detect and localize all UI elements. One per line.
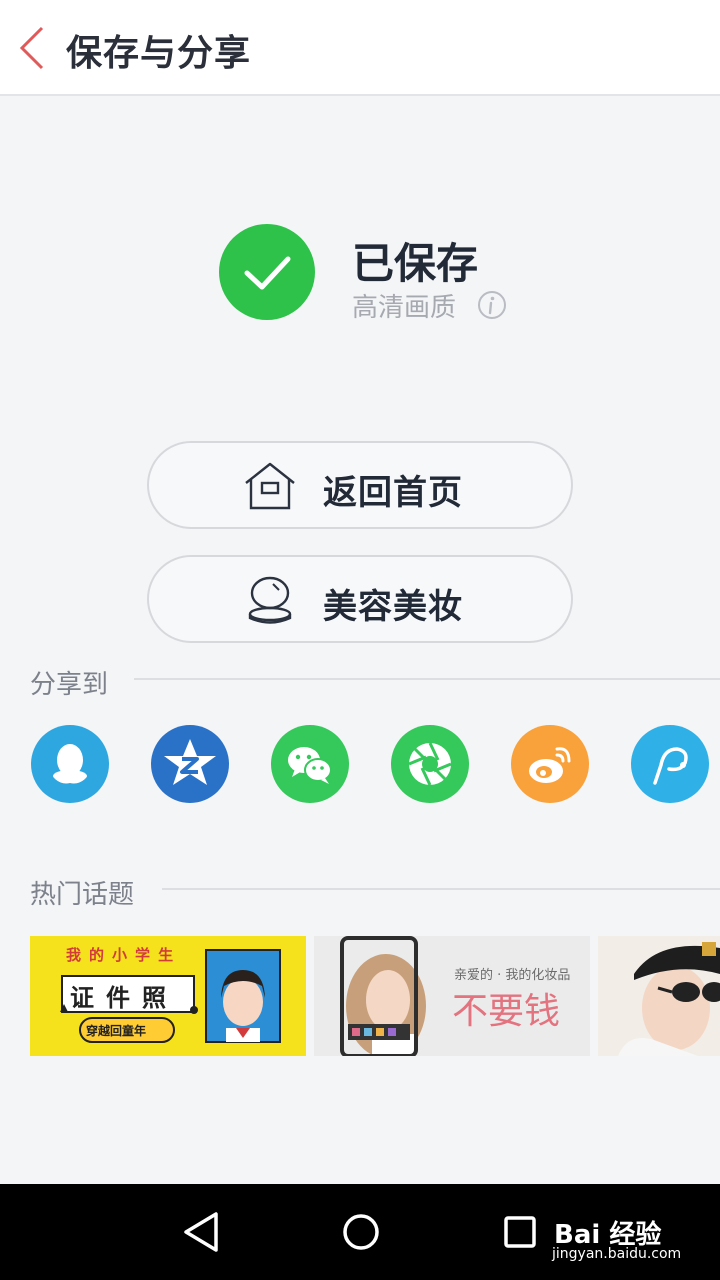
triangle-back-icon	[184, 1212, 218, 1252]
home-icon	[245, 462, 295, 510]
topic-subtitle: 亲爱的 · 我的化妆品	[454, 968, 571, 983]
share-moments-button[interactable]	[391, 725, 469, 803]
square-recents-icon	[504, 1216, 536, 1248]
share-section-title: 分享到	[30, 670, 109, 700]
topic-text-char: 的	[89, 946, 105, 964]
saved-check-badge	[219, 224, 315, 320]
share-qq-button[interactable]	[31, 725, 109, 803]
topic-text-char: 件	[106, 984, 142, 1012]
circle-home-icon	[343, 1214, 379, 1250]
weibo-icon	[529, 747, 571, 783]
moments-icon	[408, 742, 452, 786]
share-weibo-button[interactable]	[511, 725, 589, 803]
topic-text-char: 小	[112, 946, 128, 964]
topic-text-char: 证	[70, 984, 106, 1012]
home-button-label: 返回首页	[323, 473, 463, 513]
nav-recents-button[interactable]	[492, 1206, 548, 1258]
home-button[interactable]: 返回首页	[147, 441, 573, 529]
topic-card-id-photo[interactable]: 我的小学生 证件照 穿越回童年	[30, 936, 306, 1056]
saved-title: 已保存	[352, 239, 479, 288]
topics-section-title: 热门话题	[30, 880, 135, 910]
info-icon[interactable]	[477, 290, 507, 320]
topic-text-char: 我	[66, 946, 82, 964]
back-button[interactable]	[12, 22, 56, 74]
topic-card-fashion[interactable]	[598, 936, 720, 1056]
share-meipai-button[interactable]	[631, 725, 709, 803]
topic-subtitle: 穿越回童年	[86, 1024, 147, 1038]
qzone-icon	[164, 739, 216, 785]
watermark: Bai 经验 jingyan.baidu.com	[548, 1212, 698, 1268]
compact-mirror-icon	[248, 576, 292, 624]
topic-fashion-artwork	[618, 942, 720, 1056]
topic-text-char: 照	[142, 984, 178, 1012]
watermark-url: jingyan.baidu.com	[552, 1246, 682, 1262]
chevron-left-icon	[19, 26, 44, 70]
quality-label: 高清画质	[352, 293, 457, 323]
share-qzone-button[interactable]	[151, 725, 229, 803]
nav-back-button[interactable]	[174, 1206, 230, 1258]
topic-text-char: 生	[158, 946, 174, 964]
qq-icon	[53, 744, 87, 784]
topics-divider	[162, 888, 720, 890]
beauty-makeup-button[interactable]: 美容美妆	[147, 555, 573, 643]
topic-card-cosmetics[interactable]: 亲爱的 · 我的化妆品 不要钱	[314, 936, 590, 1056]
wechat-icon	[288, 747, 332, 784]
share-wechat-button[interactable]	[271, 725, 349, 803]
beauty-makeup-button-label: 美容美妆	[323, 587, 463, 627]
topic-text-char: 学	[135, 946, 151, 964]
page-title: 保存与分享	[66, 33, 252, 74]
meipai-icon	[653, 747, 688, 785]
share-divider	[134, 678, 720, 680]
nav-home-button[interactable]	[333, 1206, 389, 1258]
topic-headline: 不要钱	[452, 991, 561, 1032]
app-header: 保存与分享	[0, 0, 720, 96]
check-icon	[244, 256, 291, 290]
